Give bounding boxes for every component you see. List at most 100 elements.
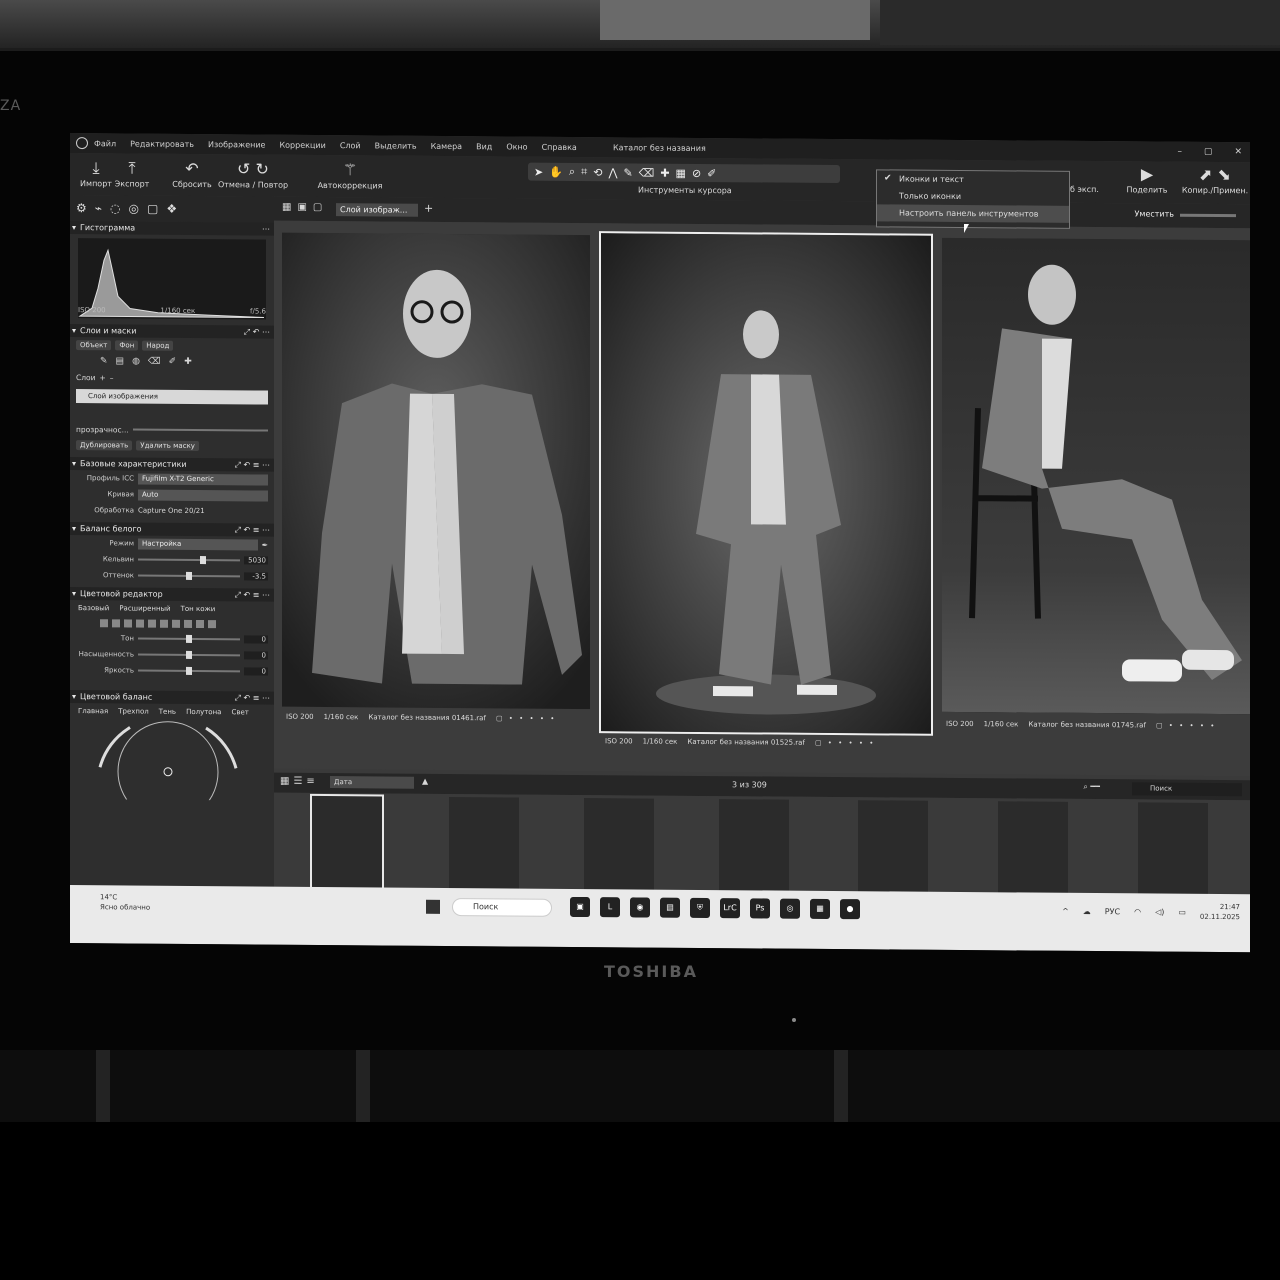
curve-select[interactable]: Auto — [138, 489, 268, 502]
app-icon[interactable]: L — [600, 897, 620, 918]
thumbnail[interactable] — [1138, 802, 1208, 895]
rotate-tool-icon[interactable]: ⟲ — [593, 166, 602, 179]
media-icon[interactable]: ▦ — [810, 898, 830, 919]
tab-basic[interactable]: Базовый — [78, 604, 109, 612]
histogram-header[interactable]: Гистограмма ⋯ — [70, 221, 274, 236]
menu-window[interactable]: Окно — [506, 142, 527, 151]
tab-master[interactable]: Главная — [78, 707, 108, 715]
selected-layer[interactable]: Слой изображения — [76, 389, 268, 405]
hue-value[interactable]: 0 — [244, 635, 268, 644]
share-button[interactable]: ▶ Поделить — [1122, 163, 1172, 194]
lightness-slider[interactable] — [138, 666, 240, 675]
color-swatch[interactable] — [148, 619, 156, 628]
heal-mask-icon[interactable]: ✚ — [184, 357, 192, 367]
viewer-mode-icons[interactable]: ▦▣▢ — [282, 202, 328, 213]
thumbnail[interactable] — [449, 796, 519, 890]
color-balance-header[interactable]: Цветовой баланс ⤢ ↶ ≡ ⋯ — [70, 690, 274, 705]
layer-selector[interactable]: Слой изображ... — [336, 203, 418, 217]
tint-knob[interactable] — [186, 571, 192, 580]
color-swatch[interactable] — [184, 619, 192, 628]
base-characteristics-header[interactable]: Базовые характеристики ⤢ ↶ ≡ ⋯ — [70, 457, 274, 472]
shield-icon[interactable]: ⛨ — [690, 897, 710, 919]
brush-tool-icon[interactable]: ✎ — [624, 166, 633, 179]
section-tools-icon[interactable]: ⤢ ↶ ≡ ⋯ — [235, 588, 270, 601]
menu-camera[interactable]: Камера — [431, 141, 463, 150]
thumbnail[interactable] — [998, 801, 1068, 894]
thumbnail[interactable] — [858, 800, 928, 893]
menu-option-icons-and-text[interactable]: ✔ Иконки и текст — [877, 170, 1069, 189]
color-editor-header[interactable]: Цветовой редактор ⤢ ↶ ≡ ⋯ — [70, 587, 274, 602]
color-swatch[interactable] — [208, 620, 216, 629]
tab-shadow[interactable]: Тень — [159, 708, 176, 716]
photoshop-icon[interactable]: Ps — [750, 898, 770, 919]
layers-header[interactable]: Слои и маски ⤢ ↶ ⋯ — [70, 324, 274, 339]
color-tab-icon[interactable]: ◎ — [128, 201, 138, 215]
browser-view-icons[interactable]: ▦☰≡ — [280, 776, 319, 787]
menu-file[interactable]: Файл — [94, 139, 116, 148]
chevron-up-icon[interactable]: ^ — [1062, 906, 1069, 915]
eyedropper-icon[interactable]: ✒ — [262, 540, 268, 549]
saturation-slider[interactable] — [138, 650, 240, 659]
tab-highlights[interactable]: Свет — [231, 708, 248, 716]
thumbnail[interactable] — [719, 799, 789, 892]
copy-apply-button[interactable]: ⬈ ⬊ Копир./Примен. — [1180, 164, 1250, 196]
photo-seated[interactable] — [942, 237, 1250, 715]
section-tools-icon[interactable]: ⤢ ↶ ≡ ⋯ — [235, 523, 270, 536]
thumbnail[interactable] — [310, 793, 384, 891]
menu-layer[interactable]: Слой — [340, 141, 361, 150]
tab-advanced[interactable]: Расширенный — [119, 604, 170, 612]
picker-tool-icon[interactable]: ⊘ — [692, 166, 701, 179]
exposure-tab-icon[interactable]: ▢ — [147, 202, 158, 216]
start-icon[interactable] — [426, 899, 440, 914]
color-swatch[interactable] — [172, 619, 180, 628]
duplicate-button[interactable]: Дублировать — [76, 440, 133, 451]
kelvin-value[interactable]: 5030 — [244, 556, 268, 565]
tab-midtones[interactable]: Полутона — [186, 708, 221, 716]
color-swatch[interactable] — [160, 619, 168, 628]
office-icon[interactable]: ▤ — [660, 897, 680, 918]
menu-adjustments[interactable]: Коррекции — [279, 140, 325, 149]
gradient-tool-icon[interactable]: ▦ — [676, 166, 686, 179]
lightness-knob[interactable] — [186, 666, 192, 675]
color-swatch[interactable] — [112, 619, 120, 628]
section-tools-icon[interactable]: ⤢ ↶ ≡ ⋯ — [235, 691, 270, 704]
radial-mask-icon[interactable]: ◍ — [132, 356, 140, 366]
thumb-size-slider[interactable]: ⌕ ━━ — [1083, 782, 1100, 792]
erase-mask-icon[interactable]: ⌫ — [148, 357, 161, 367]
cloud-icon[interactable]: ☁ — [1083, 906, 1091, 915]
eraser-tool-icon[interactable]: ⌫ — [639, 166, 655, 179]
taskbar-search-input[interactable]: Поиск — [452, 898, 552, 917]
file-explorer-icon[interactable]: ▣ — [570, 896, 590, 918]
rating-dots[interactable]: ▢ • • • • • — [496, 714, 556, 722]
chrome-icon[interactable]: ◉ — [630, 897, 650, 918]
capture-one-icon[interactable]: ● — [840, 899, 860, 920]
tab-3-way[interactable]: Трехпол — [118, 707, 149, 715]
fit-button[interactable]: Уместить — [1135, 209, 1174, 218]
weather-widget[interactable]: 14°C Ясно облачно — [100, 892, 150, 912]
browser-icon[interactable]: ◎ — [780, 898, 800, 919]
hue-slider[interactable] — [138, 634, 240, 643]
crop-tool-icon[interactable]: ⌗ — [581, 165, 587, 179]
white-balance-header[interactable]: Баланс белого ⤢ ↶ ≡ ⋯ — [70, 522, 274, 537]
more-icon[interactable]: ⋯ — [262, 223, 270, 236]
keystone-tool-icon[interactable]: ⋀ — [609, 166, 618, 179]
tint-slider[interactable] — [138, 571, 240, 580]
mask-background-button[interactable]: Фон — [115, 340, 139, 351]
menu-option-customize-toolbar[interactable]: Настроить панель инструментов — [877, 204, 1069, 223]
menu-help[interactable]: Справка — [542, 142, 577, 151]
color-swatch[interactable] — [136, 619, 144, 628]
sort-direction-icon[interactable]: ▲ — [422, 777, 428, 786]
color-wheel[interactable] — [70, 719, 274, 823]
capture-tab-icon[interactable]: ⌁ — [95, 201, 102, 215]
import-button[interactable]: ⤓ Импорт — [78, 157, 114, 188]
menu-option-icons-only[interactable]: Только иконки — [877, 187, 1069, 206]
rating-dots[interactable]: ▢ • • • • • — [1156, 722, 1216, 730]
clock[interactable]: 21:47 02.11.2025 — [1200, 902, 1240, 922]
menu-image[interactable]: Изображение — [208, 140, 266, 149]
minimize-icon[interactable]: – — [1177, 147, 1182, 157]
loupe-tool-icon[interactable]: ⌕ — [569, 165, 575, 179]
lens-tab-icon[interactable]: ◌ — [110, 201, 120, 215]
opacity-slider[interactable] — [132, 428, 268, 432]
menu-select[interactable]: Выделить — [375, 141, 417, 150]
color-swatch[interactable] — [196, 619, 204, 629]
